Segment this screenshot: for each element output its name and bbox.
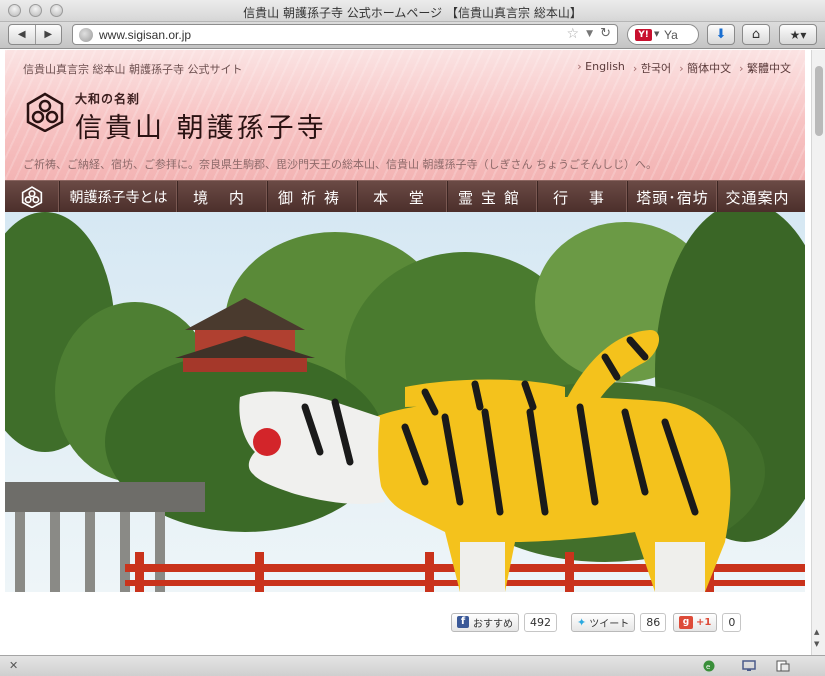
nav-main-hall[interactable]: 本 堂 [358,181,448,213]
facebook-like-label: おすすめ [473,618,513,630]
home-icon: ⌂ [751,27,761,42]
window-titlebar: 信貴山 朝護孫子寺 公式ホームページ 【信貴山真言宗 総本山】 [0,0,825,22]
home-crest-icon [21,186,43,208]
facebook-count: 492 [524,612,557,632]
google-plus-icon: g [679,615,693,629]
facebook-icon: f [457,616,469,628]
google-plus-button[interactable]: g +1 [673,612,718,632]
nav-prayer[interactable]: 御祈祷 [268,181,358,213]
google-plus-label: +1 [696,616,712,628]
status-bar: ✕ e [0,655,825,676]
url-text[interactable]: www.sigisan.or.jp [99,28,191,42]
lang-link-korean[interactable]: 한국어 [633,60,671,76]
nav-events[interactable]: 行 事 [538,181,628,213]
site-container: 信貴山真言宗 総本山 朝護孫子寺 公式サイト English 한국어 簡体中文 … [5,50,805,655]
search-input[interactable]: Ya [664,28,678,42]
site-header: 信貴山真言宗 総本山 朝護孫子寺 公式サイト English 한국어 簡体中文 … [5,50,805,180]
engine-dropdown-icon[interactable]: ▼ [654,30,659,38]
nav-access[interactable]: 交通案内 [718,181,797,213]
url-dropdown-icon[interactable]: ▼ [586,29,593,39]
nav-treasure-hall[interactable]: 霊宝館 [448,181,538,213]
download-arrow-icon: ⬇ [715,27,727,42]
svg-text:e: e [706,663,710,671]
globe-icon [79,28,93,42]
search-box[interactable]: Y! ▼ Ya [627,24,699,45]
facebook-share: f おすすめ 492 [451,612,557,632]
nav-buttons: ◀ ▶ [8,24,62,45]
forward-arrow-icon[interactable]: ▶ [36,25,62,44]
main-nav: 朝護孫子寺とは 境 内 御祈祷 本 堂 霊宝館 行 事 塔頭･宿坊 交通案内 [5,180,805,213]
site-subtitle: 信貴山真言宗 総本山 朝護孫子寺 公式サイト [23,63,243,76]
window-title: 信貴山 朝護孫子寺 公式ホームページ 【信貴山真言宗 総本山】 [243,6,582,20]
site-logo-title[interactable]: 信貴山 朝護孫子寺 [75,106,327,145]
back-arrow-icon[interactable]: ◀ [9,25,36,44]
nav-home[interactable] [5,181,60,213]
yahoo-engine-icon[interactable]: Y! [635,29,652,41]
temple-crest-icon[interactable] [25,92,65,132]
close-status-icon[interactable]: ✕ [9,659,18,672]
downloads-button[interactable]: ⬇ [707,24,735,45]
lang-link-simplified-chinese[interactable]: 簡体中文 [679,60,731,76]
browser-toolbar: ◀ ▶ www.sigisan.or.jp ☆ ▼ ↻ Y! ▼ Ya ⬇ ⌂ … [0,22,825,49]
language-links: English 한국어 簡体中文 繁體中文 [577,60,791,76]
address-bar[interactable]: www.sigisan.or.jp ☆ ▼ ↻ [72,24,618,45]
twitter-share: ✦ ツイート 86 [571,612,667,632]
page-info-icon[interactable] [776,660,790,672]
facebook-like-button[interactable]: f おすすめ [451,612,519,632]
vertical-scrollbar[interactable]: ▲ ▼ [811,50,825,655]
site-tagline: ご祈祷、ご納経、宿坊、ご参拝に。奈良県生駒郡、毘沙門天王の総本山、信貴山 朝護孫… [23,158,657,171]
tweet-button[interactable]: ✦ ツイート [571,612,636,632]
tweet-label: ツイート [589,618,630,630]
bookmark-star-icon: ★▾ [789,27,807,42]
google-plus-count: 0 [722,612,742,632]
page-viewport: 信貴山真言宗 総本山 朝護孫子寺 公式サイト English 한국어 簡体中文 … [0,50,811,655]
home-button[interactable]: ⌂ [742,24,770,45]
lang-link-traditional-chinese[interactable]: 繁體中文 [739,60,791,76]
nav-grounds[interactable]: 境 内 [178,181,268,213]
lang-link-english[interactable]: English [577,60,625,76]
scrollbar-thumb[interactable] [815,66,823,136]
reload-icon[interactable]: ↻ [600,26,611,41]
nav-lodging[interactable]: 塔頭･宿坊 [628,181,718,213]
bookmark-star-icon[interactable]: ☆ [566,26,579,42]
scroll-down-icon[interactable]: ▼ [814,640,819,648]
translate-icon[interactable]: e [702,660,716,672]
scroll-up-icon[interactable]: ▲ [814,628,819,636]
bookmarks-button[interactable]: ★▾ [779,24,817,45]
twitter-count: 86 [640,612,667,632]
twitter-bird-icon: ✦ [577,615,587,629]
google-plus-share: g +1 0 [673,612,742,632]
hero-image [5,212,805,592]
nav-about[interactable]: 朝護孫子寺とは [60,181,178,213]
site-motto: 大和の名刹 [75,92,141,106]
monitor-icon[interactable] [742,660,756,672]
